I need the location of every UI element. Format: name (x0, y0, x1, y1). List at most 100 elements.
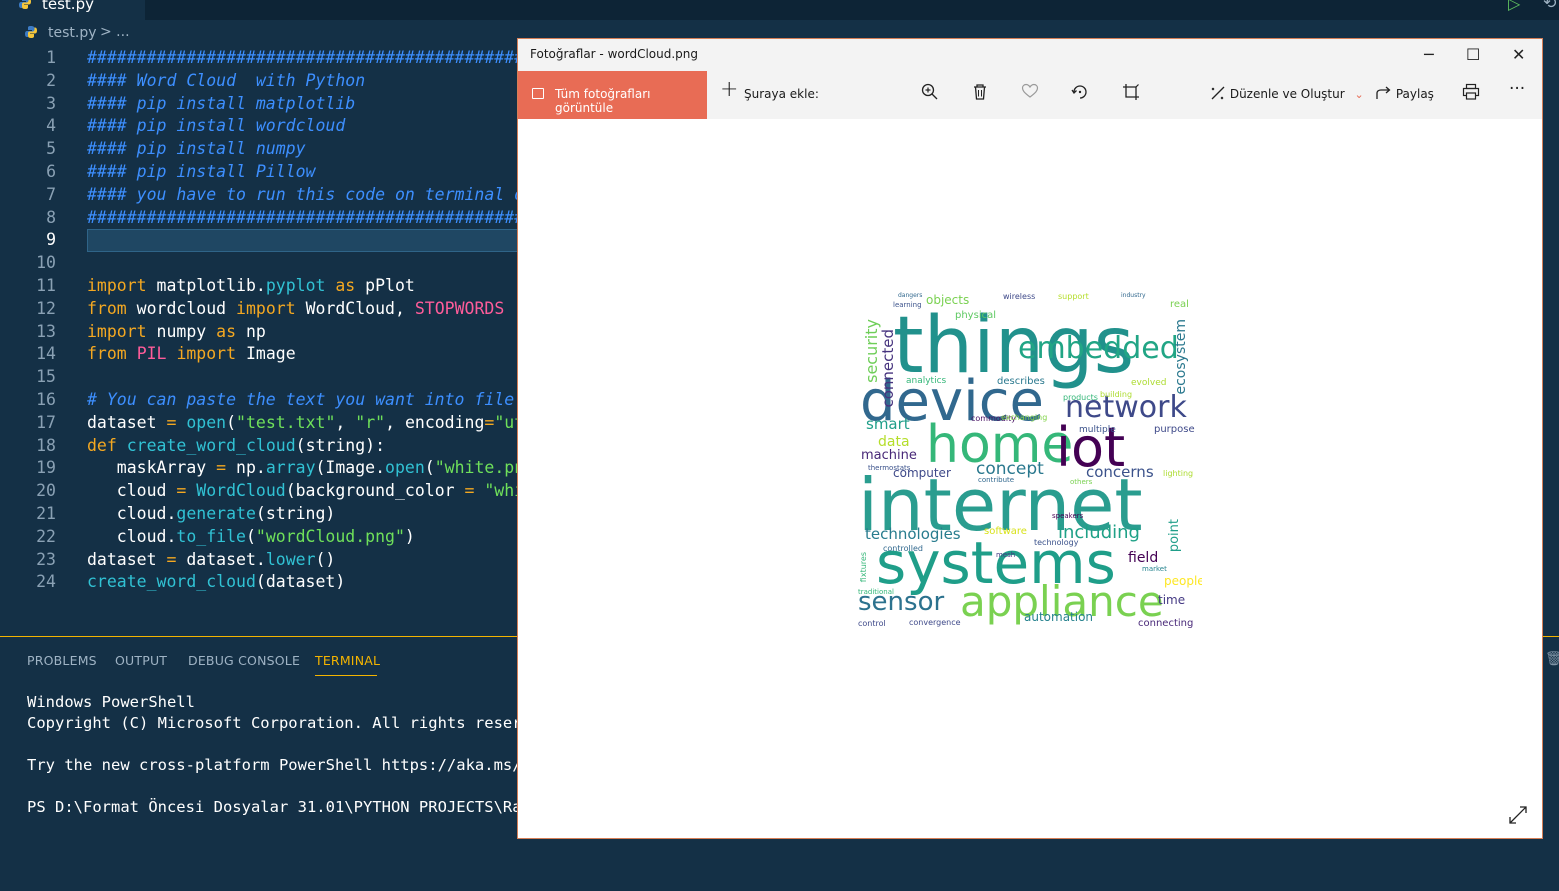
line-number: 8 (46, 207, 56, 227)
word-cloud-word: evolved (1131, 378, 1167, 388)
line-number: 24 (36, 572, 56, 592)
line-number: 7 (46, 184, 56, 204)
chevron-down-icon: ⌄ (1354, 88, 1364, 101)
code-line[interactable]: 19 maskArray = np.array(Image.open("whit… (0, 458, 520, 481)
print-icon[interactable] (1462, 83, 1480, 106)
rotate-icon[interactable] (1071, 83, 1089, 106)
tab-debug-console[interactable]: DEBUG CONSOLE (188, 653, 300, 668)
code-text: #### you have to run this code on termin… (87, 184, 520, 204)
code-line[interactable]: 8 #######################################… (0, 208, 520, 231)
line-number: 22 (36, 526, 56, 546)
code-line[interactable]: 5 #### pip install numpy (0, 139, 520, 162)
maximize-icon[interactable]: ☐ (1466, 45, 1480, 64)
panel-tabs: PROBLEMS OUTPUT DEBUG CONSOLE TERMINAL (0, 637, 520, 677)
word-cloud-word: mesh (996, 551, 1016, 559)
code-line[interactable]: 7 #### you have to run this code on termi… (0, 185, 520, 208)
line-number: 9 (46, 230, 56, 250)
code-editor[interactable]: 1 #######################################… (0, 46, 520, 636)
code-line[interactable]: 18 def create_word_cloud(string): (0, 436, 520, 459)
line-number: 21 (36, 504, 56, 523)
line-number: 6 (46, 162, 56, 181)
split-editor-icon[interactable]: ⟲ (1543, 0, 1556, 12)
code-line[interactable]: 22 cloud.to_file("wordCloud.png") (0, 527, 520, 550)
breadcrumb-file[interactable]: test.py (48, 25, 97, 41)
code-line[interactable]: 16 # You can paste the text you want into… (0, 390, 520, 413)
crop-icon[interactable] (1122, 83, 1140, 106)
line-number: 4 (46, 116, 56, 136)
line-number: 5 (46, 139, 56, 159)
word-cloud-word: exchanging (1001, 413, 1048, 422)
code-line[interactable]: 24 create_word_cloud(dataset) (0, 572, 520, 595)
fullscreen-expand-icon[interactable] (1508, 805, 1528, 830)
edit-create-button[interactable]: Düzenle ve Oluştur ⌄ (1210, 86, 1364, 101)
terminal-line: Try the new cross-platform PowerShell ht… (27, 756, 520, 774)
line-number: 19 (36, 458, 56, 478)
delete-icon[interactable] (972, 83, 988, 106)
line-number: 12 (36, 298, 56, 318)
trash-icon[interactable]: 🗑 (1545, 651, 1559, 667)
word-cloud-word: ecosystem (1173, 319, 1189, 395)
tab-problems[interactable]: PROBLEMS (27, 653, 97, 668)
code-text: from wordcloud import WordCloud, STOPWOR… (87, 298, 505, 318)
code-text: ########################################… (87, 48, 520, 67)
breadcrumb: test.py > ... (0, 22, 520, 46)
word-cloud-word: security (862, 319, 881, 383)
word-cloud-word: speakers (1052, 512, 1084, 520)
minimize-icon[interactable]: ─ (1424, 45, 1434, 64)
code-text: ########################################… (87, 207, 520, 227)
code-line[interactable]: 11 import matplotlib.pyplot as pPlot (0, 276, 520, 299)
word-cloud-word: point (1167, 519, 1182, 553)
word-cloud-word: dangers (898, 292, 923, 299)
code-line[interactable]: 4 #### pip install wordcloud (0, 116, 520, 139)
code-text: #### pip install matplotlib (87, 93, 356, 113)
word-cloud-word: technologies (865, 525, 961, 543)
photo-icon (532, 88, 544, 99)
code-text: #### pip install numpy (87, 139, 306, 159)
code-line[interactable]: 1 #######################################… (0, 48, 520, 71)
code-line[interactable]: 21 cloud.generate(string) (0, 504, 520, 527)
word-cloud-word: people (1164, 574, 1202, 588)
code-line[interactable]: 17 dataset = open("test.txt", "r", encodi… (0, 413, 520, 436)
tab-test-py[interactable]: test.py (0, 0, 145, 20)
code-line[interactable]: 15 (0, 367, 520, 390)
zoom-in-icon[interactable] (921, 83, 939, 106)
window-title: Fotoğraflar - wordCloud.png (530, 47, 698, 61)
word-cloud-word: real (1170, 299, 1189, 310)
code-line[interactable]: 13 import numpy as np (0, 322, 520, 345)
word-cloud-word: others (1070, 478, 1093, 486)
code-line[interactable]: 2 #### Word Cloud with Python (0, 71, 520, 94)
tab-terminal[interactable]: TERMINAL (315, 653, 380, 668)
code-line[interactable]: 12 from wordcloud import WordCloud, STOPW… (0, 299, 520, 322)
run-icon[interactable]: ▷ (1508, 0, 1520, 13)
code-line[interactable]: 9 (0, 230, 520, 253)
word-cloud-word: technology (1034, 538, 1079, 547)
code-text: import matplotlib.pyplot as pPlot (87, 276, 415, 295)
code-line[interactable]: 10 (0, 253, 520, 276)
word-cloud-word: objects (926, 293, 970, 307)
word-cloud-word: market (1142, 565, 1167, 573)
code-line[interactable]: 23 dataset = dataset.lower() (0, 550, 520, 573)
tab-output[interactable]: OUTPUT (115, 653, 167, 668)
breadcrumb-separator[interactable]: > ... (100, 24, 130, 40)
word-cloud-word: multiple (1079, 425, 1116, 435)
terminal-output[interactable]: Windows PowerShell Copyright (C) Microso… (27, 693, 520, 819)
code-line[interactable]: 14 from PIL import Image (0, 344, 520, 367)
word-cloud-image: things internet systems device home iot applia… (858, 289, 1202, 631)
line-number: 15 (36, 367, 56, 387)
code-text: #### pip install wordcloud (87, 116, 346, 136)
share-button[interactable]: Paylaş (1376, 86, 1434, 101)
code-line[interactable]: 6 #### pip install Pillow (0, 162, 520, 185)
code-text: def create_word_cloud(string): (87, 435, 386, 455)
view-all-photos-button[interactable]: Tüm fotoğrafları görüntüle (518, 71, 707, 119)
favorite-heart-icon[interactable] (1021, 83, 1039, 104)
code-line[interactable]: 20 cloud = WordCloud(background_color = … (0, 481, 520, 504)
more-options-icon[interactable]: ··· (1509, 79, 1525, 99)
word-cloud-word: controlled (883, 544, 923, 553)
code-text: import numpy as np (87, 321, 266, 341)
code-text: maskArray = np.array(Image.open("white.p… (87, 458, 520, 478)
code-line[interactable]: 3 #### pip install matplotlib (0, 94, 520, 117)
active-tab-indicator (315, 675, 377, 676)
close-icon[interactable]: ✕ (1512, 45, 1525, 64)
line-number: 20 (36, 481, 56, 501)
